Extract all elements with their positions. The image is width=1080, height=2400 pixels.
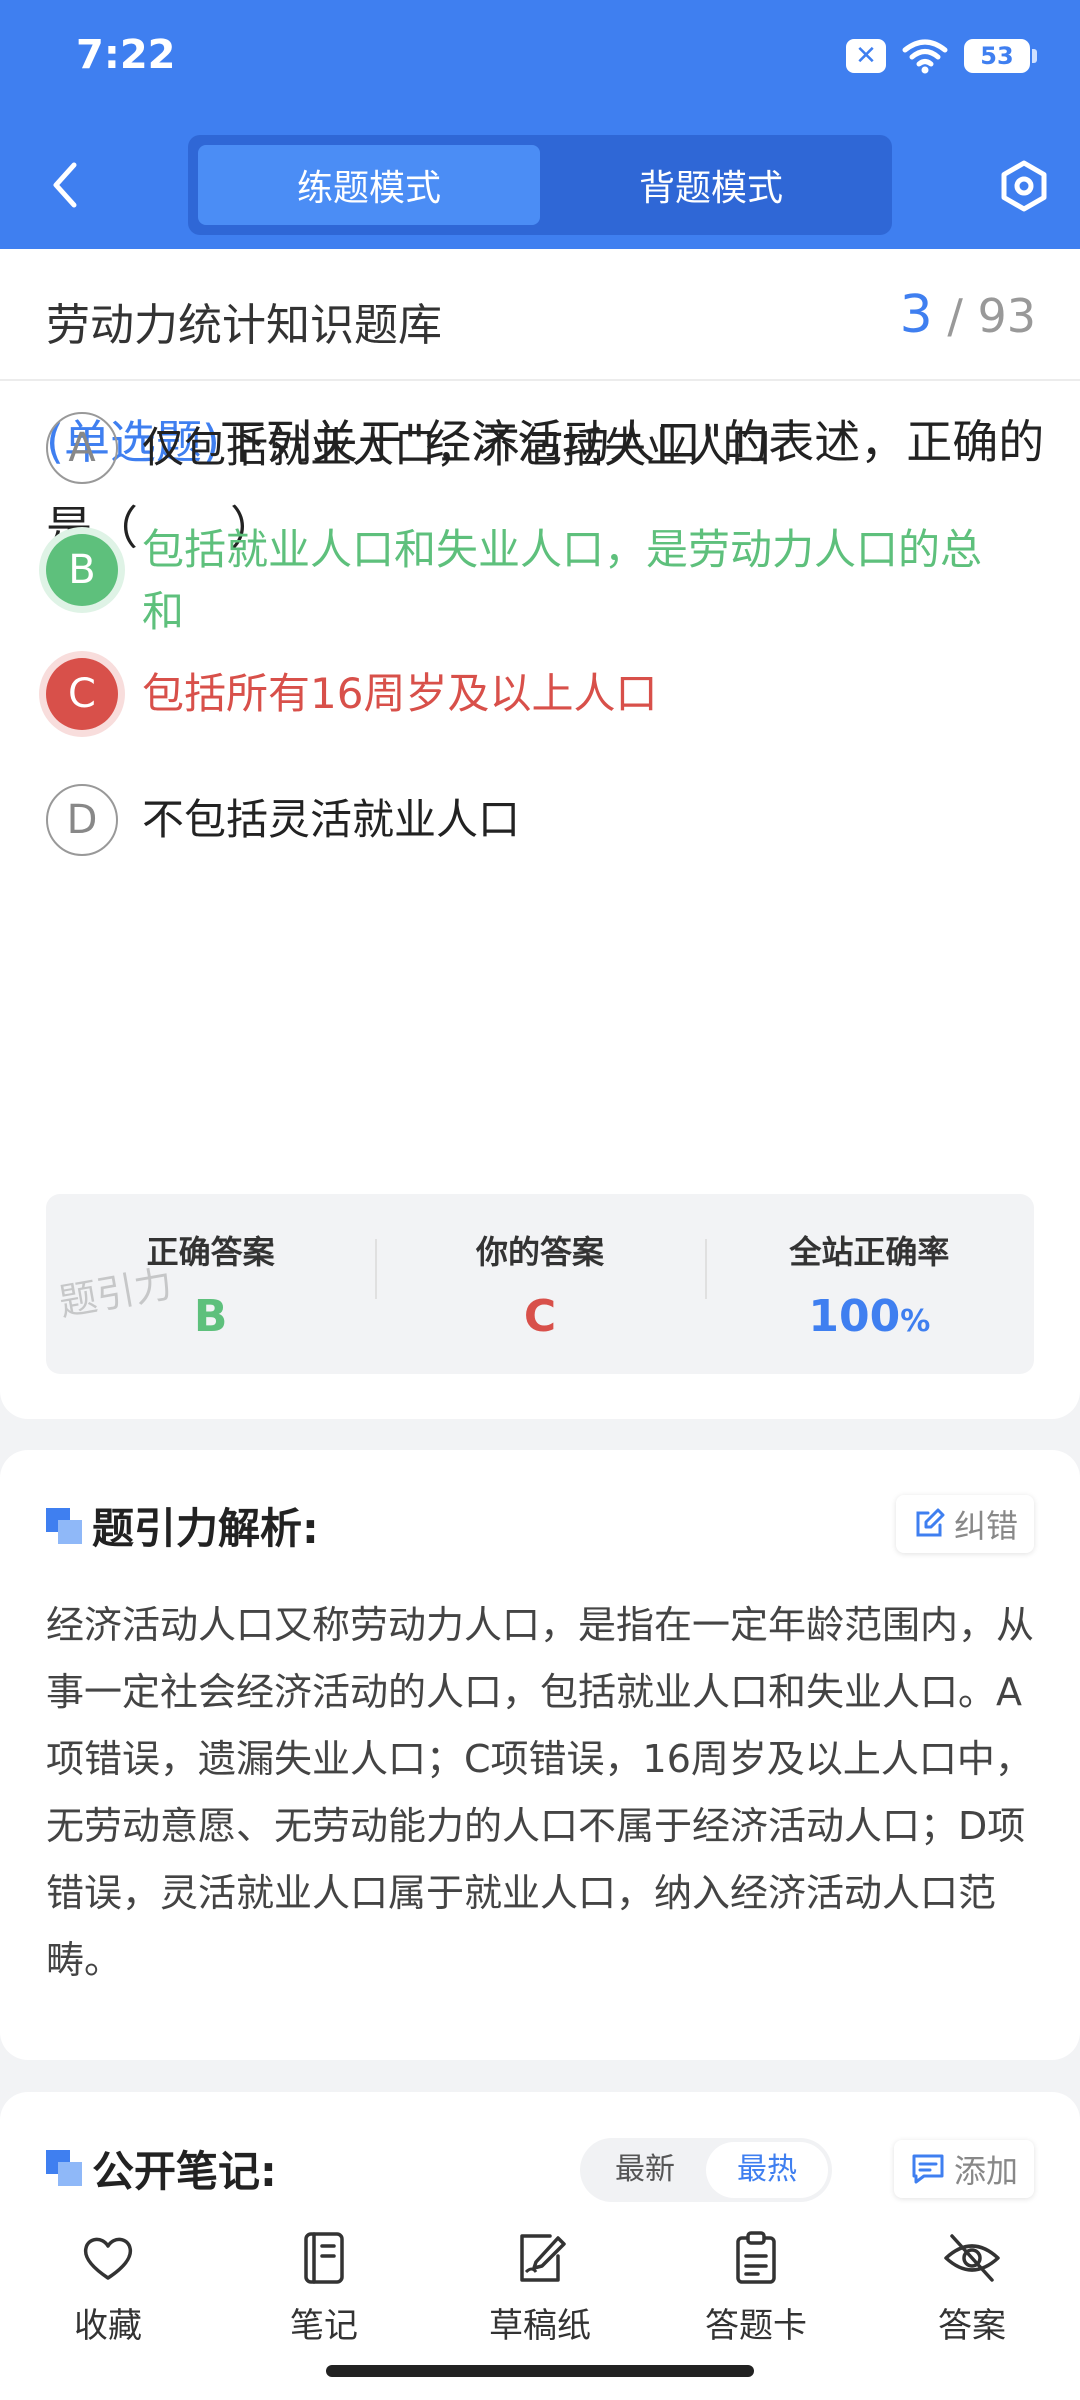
heart-icon [83,2237,133,2280]
option-letter: B [46,534,118,606]
comment-icon [912,2154,944,2184]
answer-card-icon [736,2231,776,2284]
no-sim-icon: ✕ [846,39,886,73]
nav-label: 收藏 [74,2306,142,2346]
settings-button[interactable] [996,158,1052,214]
nav-label: 笔记 [290,2306,358,2346]
hexagon-settings-icon [1001,160,1047,212]
nav-favorite[interactable]: 收藏 [8,2210,208,2400]
section-icon [46,2150,82,2186]
add-note-button[interactable]: 添加 [893,2140,1034,2198]
question-counter: 3 / 93 [900,285,1036,345]
sort-latest[interactable]: 最新 [584,2142,706,2198]
nav-answer[interactable]: 答案 [872,2210,1072,2400]
chevron-left-icon [53,162,77,208]
site-accuracy-value: 100% [808,1290,931,1342]
nav-label: 答题卡 [705,2306,807,2346]
analysis-card: 题引力解析: 纠错 经济活动人口又称劳动力人口，是指在一定年龄范围内，从事一定社… [0,1450,1080,2060]
option-d[interactable]: D 不包括灵活就业人口 [46,784,1022,856]
option-c[interactable]: C 包括所有16周岁及以上人口 [46,658,1022,730]
edit-icon [916,1508,945,1537]
site-accuracy-label: 全站正确率 [789,1232,950,1271]
answer-summary: 正确答案 B 你的答案 C 全站正确率 100% [46,1194,1034,1374]
option-b[interactable]: B 包括就业人口和失业人口，是劳动力人口的总和 [46,514,1022,643]
add-note-label: 添加 [953,2152,1018,2190]
battery-icon: 53 [964,39,1037,73]
your-answer-value: C [523,1290,557,1342]
site-accuracy: 全站正确率 100% [704,1227,1034,1342]
option-a[interactable]: A 仅包括就业人口，不包括失业人口 [46,412,1022,484]
current-question-number: 3 [899,285,933,345]
notebook-icon [304,2232,344,2284]
option-text: 包括所有16周岁及以上人口 [142,669,658,718]
status-time: 7:22 [76,32,176,78]
notes-sort-switch: 最新 最热 [580,2138,832,2202]
sort-hot[interactable]: 最热 [706,2142,828,2198]
draft-icon [520,2234,566,2282]
total-question-count: / 93 [947,289,1036,343]
divider [0,379,1080,381]
option-letter: A [46,412,118,484]
nav-label: 草稿纸 [489,2306,591,2346]
eye-off-icon [944,2234,1000,2282]
tab-memorize-mode[interactable]: 背题模式 [540,145,882,225]
question-card: 劳动力统计知识题库 3 / 93 (单选题)下列关于"经济活动人口"的表述，正确… [0,249,1080,1419]
your-answer: 你的答案 C [375,1227,704,1342]
option-text: 仅包括就业人口，不包括失业人口 [142,423,773,472]
option-text: 包括就业人口和失业人口，是劳动力人口的总和 [142,525,983,636]
section-icon [46,1508,82,1544]
top-app-bar: 7:22 ✕ 53 练题模式 背题模式 [0,0,1080,249]
back-button[interactable] [40,155,90,215]
home-indicator[interactable] [326,2365,754,2377]
notes-title: 公开笔记: [92,2147,277,2196]
option-letter: D [46,784,118,856]
wifi-icon [902,39,948,74]
analysis-text: 经济活动人口又称劳动力人口，是指在一定年龄范围内，从事一定社会经济活动的人口，包… [46,1603,1035,1982]
option-text: 不包括灵活就业人口 [142,795,521,844]
status-icons: ✕ 53 [846,38,1037,74]
tab-practice-mode[interactable]: 练题模式 [198,145,540,225]
analysis-title: 题引力解析: [92,1504,319,1553]
question-bank-title: 劳动力统计知识题库 [46,300,442,351]
report-error-label: 纠错 [953,1507,1018,1545]
nav-label: 答案 [938,2306,1006,2346]
mode-switch: 练题模式 背题模式 [188,135,892,235]
your-answer-label: 你的答案 [475,1232,604,1271]
report-error-button[interactable]: 纠错 [895,1495,1034,1553]
option-letter: C [46,658,118,730]
